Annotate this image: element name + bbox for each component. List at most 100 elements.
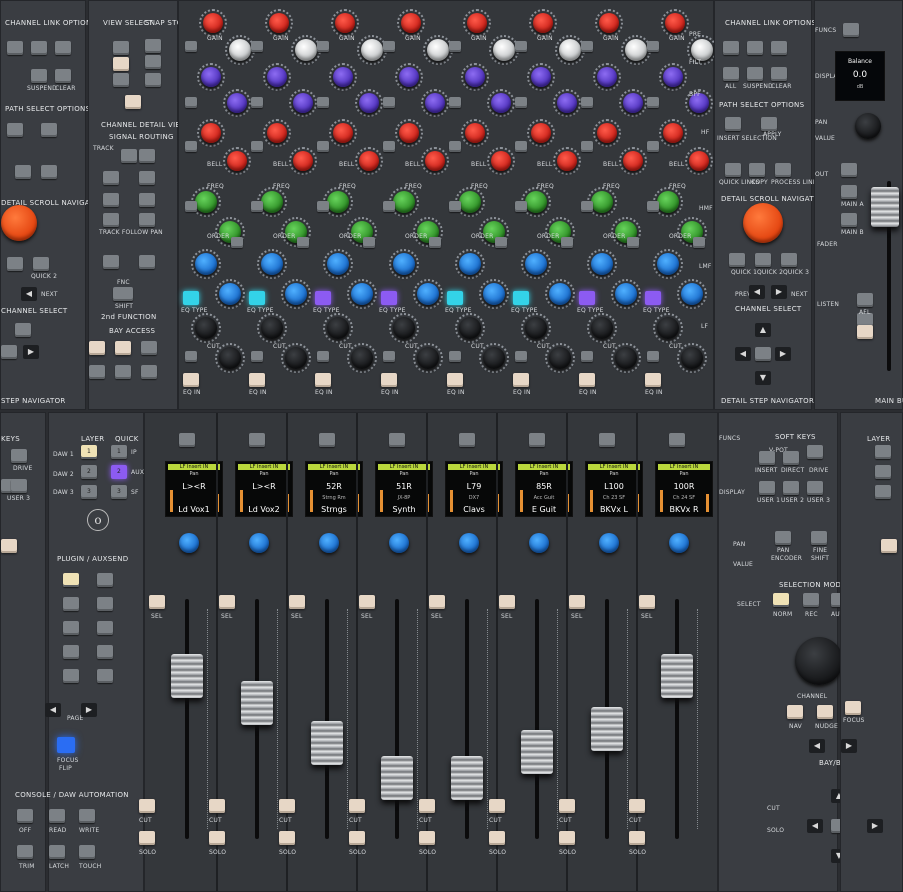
- clear-button[interactable]: [55, 69, 71, 83]
- channel-1-small-button-4[interactable]: [185, 201, 197, 212]
- channel-3-small-button-2[interactable]: [317, 97, 329, 108]
- channel-5-knob-4[interactable]: [491, 93, 511, 113]
- strip-6-pan-knob[interactable]: [529, 533, 549, 553]
- channel-6-small-button-6[interactable]: [515, 351, 527, 362]
- channel-4-knob-7[interactable]: [393, 191, 415, 213]
- bank-right-arrow[interactable]: ▶: [841, 739, 857, 753]
- channel-2-knob-4[interactable]: [293, 93, 313, 113]
- channel-5-eq-type-button[interactable]: [447, 291, 463, 305]
- channel-6-small-button-5[interactable]: [561, 237, 573, 248]
- channel-3-knob-11[interactable]: [327, 317, 349, 339]
- strip-3-solo-button[interactable]: [279, 831, 295, 845]
- channel-3-knob-6[interactable]: [359, 151, 379, 171]
- strip-3-pan-knob[interactable]: [319, 533, 339, 553]
- write-button[interactable]: [79, 809, 95, 823]
- detail-view-button[interactable]: [125, 95, 141, 109]
- channel-4-knob-11[interactable]: [393, 317, 415, 339]
- channel-7-knob-6[interactable]: [623, 151, 643, 171]
- channel-2-small-button-4[interactable]: [251, 201, 263, 212]
- channel-8-small-button-2[interactable]: [647, 97, 659, 108]
- channel-2-eq-in-button[interactable]: [249, 373, 265, 387]
- copy-button-right[interactable]: [749, 163, 765, 177]
- suspend-button[interactable]: [31, 69, 47, 83]
- channel-5-knob-2[interactable]: [493, 39, 515, 61]
- strip-2-pan-knob[interactable]: [249, 533, 269, 553]
- channel-7-knob-9[interactable]: [591, 253, 613, 275]
- plugin-button-4[interactable]: [97, 597, 113, 611]
- channel-5-small-button-4[interactable]: [449, 201, 461, 212]
- channel-4-knob-10[interactable]: [417, 283, 439, 305]
- strip-1-select-button[interactable]: [149, 595, 165, 609]
- channel-6-small-button-2[interactable]: [515, 97, 527, 108]
- channel-8-knob-3[interactable]: [663, 67, 683, 87]
- strip-6-solo-button[interactable]: [489, 831, 505, 845]
- nav-center-button[interactable]: [755, 347, 771, 361]
- channel-4-eq-type-button[interactable]: [381, 291, 397, 305]
- link-all-b-button[interactable]: [723, 67, 739, 81]
- strip-4-cut-button[interactable]: [349, 799, 365, 813]
- channel-5-small-button-3[interactable]: [449, 141, 461, 152]
- layer-right-button-1[interactable]: [875, 445, 891, 459]
- channel-2-knob-2[interactable]: [295, 39, 317, 61]
- user-3-soft-button[interactable]: [807, 481, 823, 495]
- quick-2-button[interactable]: [755, 253, 771, 267]
- channel-5-small-button-6[interactable]: [449, 351, 461, 362]
- channel-7-small-button-3[interactable]: [581, 141, 593, 152]
- channel-1-knob-2[interactable]: [229, 39, 251, 61]
- nav-right-arrow[interactable]: ▶: [23, 345, 39, 359]
- channel-4-small-button-1[interactable]: [383, 41, 395, 52]
- channel-4-knob-1[interactable]: [401, 13, 421, 33]
- channel-1-knob-4[interactable]: [227, 93, 247, 113]
- channel-8-knob-12[interactable]: [681, 347, 703, 369]
- channel-7-knob-12[interactable]: [615, 347, 637, 369]
- bay-button-1[interactable]: [89, 341, 105, 355]
- channel-3-knob-9[interactable]: [327, 253, 349, 275]
- channel-2-knob-6[interactable]: [293, 151, 313, 171]
- main-b-button[interactable]: [841, 213, 857, 227]
- channel-1-knob-5[interactable]: [201, 123, 221, 143]
- channel-8-eq-type-button[interactable]: [645, 291, 661, 305]
- strip-7-pan-knob[interactable]: [599, 533, 619, 553]
- prev-arrow-right[interactable]: ◀: [749, 285, 765, 299]
- channel-6-knob-5[interactable]: [531, 123, 551, 143]
- nav-button-up[interactable]: [15, 323, 31, 337]
- left-edge-lit-button[interactable]: [1, 539, 17, 553]
- strip-5-fader-cap[interactable]: [451, 755, 483, 800]
- plugin-button-1[interactable]: [63, 573, 79, 587]
- main-fader-cap[interactable]: [871, 187, 899, 227]
- channel-3-small-button-5[interactable]: [363, 237, 375, 248]
- plugin-button-6[interactable]: [97, 621, 113, 635]
- strip-7-fader-cap[interactable]: [591, 706, 623, 751]
- channel-2-small-button-6[interactable]: [251, 351, 263, 362]
- channel-4-small-button-6[interactable]: [383, 351, 395, 362]
- channel-2-knob-1[interactable]: [269, 13, 289, 33]
- latch-button[interactable]: [49, 845, 65, 859]
- rec-button[interactable]: [803, 593, 819, 607]
- channel-4-small-button-3[interactable]: [383, 141, 395, 152]
- strip-3-top-button[interactable]: [319, 433, 335, 447]
- routing-button-9[interactable]: [103, 255, 119, 269]
- plugin-button-3[interactable]: [63, 597, 79, 611]
- channel-6-eq-in-button[interactable]: [513, 373, 529, 387]
- channel-3-small-button-4[interactable]: [317, 201, 329, 212]
- link-clear-b-button[interactable]: [771, 67, 787, 81]
- channel-4-knob-12[interactable]: [417, 347, 439, 369]
- channel-2-small-button-1[interactable]: [251, 41, 263, 52]
- process-links-button-right[interactable]: [775, 163, 791, 177]
- channel-6-knob-2[interactable]: [559, 39, 581, 61]
- bay-button-2[interactable]: [115, 341, 131, 355]
- channel-7-knob-2[interactable]: [625, 39, 647, 61]
- link-button-1[interactable]: [7, 41, 23, 55]
- channel-7-knob-11[interactable]: [591, 317, 613, 339]
- channel-4-small-button-2[interactable]: [383, 97, 395, 108]
- strip-4-fader-cap[interactable]: [381, 755, 413, 800]
- nudge-button[interactable]: [817, 705, 833, 719]
- snap-button-2[interactable]: [145, 55, 161, 69]
- channel-2-small-button-2[interactable]: [251, 97, 263, 108]
- routing-button-4[interactable]: [139, 171, 155, 185]
- channel-1-small-button-3[interactable]: [185, 141, 197, 152]
- bank-left-arrow[interactable]: ◀: [809, 739, 825, 753]
- channel-1-knob-12[interactable]: [219, 347, 241, 369]
- channel-1-small-button-2[interactable]: [185, 97, 197, 108]
- channel-1-knob-11[interactable]: [195, 317, 217, 339]
